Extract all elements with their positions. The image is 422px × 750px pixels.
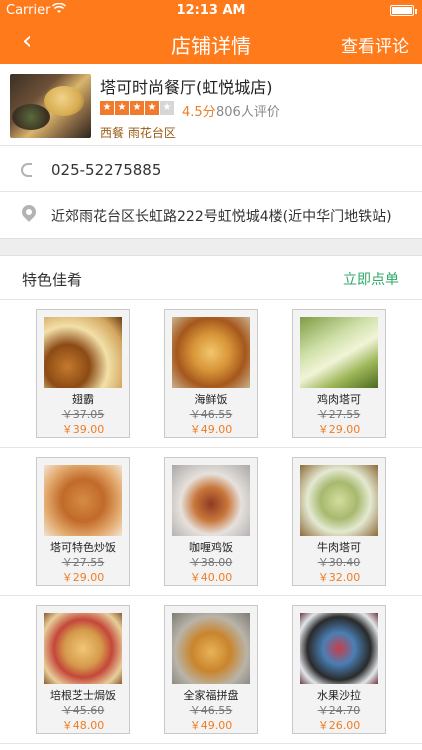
phone-number: 025-52275885 [51, 161, 162, 179]
dish-name: 水果沙拉 [317, 689, 361, 702]
star-icon: ★ [145, 101, 159, 115]
dish-card[interactable]: 牛肉塔可 ￥30.40 ￥32.00 [292, 457, 386, 586]
dish-photo [44, 317, 122, 388]
dish-photo [300, 465, 378, 536]
dish-name: 海鲜饭 [194, 393, 228, 406]
review-count: 806人评价 [216, 105, 280, 120]
dish-original-price: ￥45.60 [61, 704, 105, 717]
address-row[interactable]: 近郊雨花台区长虹路222号虹悦城4楼(近中华门地铁站) [0, 192, 422, 238]
star-icon: ★ [100, 101, 114, 115]
dish-card[interactable]: 海鲜饭 ￥46.55 ￥49.00 [164, 309, 258, 438]
dish-row: 翅霸 ￥37.05 ￥39.00 海鲜饭 ￥46.55 ￥49.00 鸡肉塔可 … [0, 300, 422, 448]
dish-photo [172, 317, 250, 388]
dish-card[interactable]: 培根芝士焗饭 ￥45.60 ￥48.00 [36, 605, 130, 734]
star-icon: ★ [115, 101, 129, 115]
rating-stars: ★ ★ ★ ★ ★ [100, 101, 175, 115]
section-title: 特色佳肴 [22, 271, 83, 289]
clock: 12:13 AM [176, 3, 246, 18]
rating-score: 4.5分 [182, 105, 216, 120]
shop-card: 塔可时尚餐厅(虹悦城店) ★ ★ ★ ★ ★ 4.5分 806人评价 西餐 雨花… [0, 64, 422, 146]
shop-tags: 西餐 雨花台区 [100, 126, 176, 140]
dish-card[interactable]: 鸡肉塔可 ￥27.55 ￥29.00 [292, 309, 386, 438]
dish-original-price: ￥27.55 [317, 408, 361, 421]
dish-card[interactable]: 全家福拼盘 ￥46.55 ￥49.00 [164, 605, 258, 734]
dish-original-price: ￥24.70 [317, 704, 361, 717]
dish-original-price: ￥37.05 [61, 408, 105, 421]
dish-card[interactable]: 翅霸 ￥37.05 ￥39.00 [36, 309, 130, 438]
dish-name: 咖喱鸡饭 [189, 541, 233, 554]
dish-photo [300, 613, 378, 684]
navigation-bar: ‹ 店铺详情 查看评论 [0, 22, 422, 64]
location-pin-icon [19, 202, 39, 222]
view-reviews-button[interactable]: 查看评论 [341, 32, 409, 57]
star-icon: ★ [130, 101, 144, 115]
dish-price: ￥39.00 [61, 423, 105, 436]
dish-price: ￥29.00 [317, 423, 361, 436]
order-now-link[interactable]: 立即点单 [343, 269, 399, 289]
star-empty-icon: ★ [160, 101, 174, 115]
dish-name: 鸡肉塔可 [317, 393, 361, 406]
shop-name: 塔可时尚餐厅(虹悦城店) [100, 78, 273, 97]
dish-price: ￥49.00 [189, 423, 233, 436]
dish-photo [172, 613, 250, 684]
battery-icon [390, 5, 417, 16]
dish-original-price: ￥27.55 [61, 556, 105, 569]
dish-original-price: ￥30.40 [317, 556, 361, 569]
dish-name: 全家福拼盘 [183, 689, 239, 702]
dish-price: ￥32.00 [317, 571, 361, 584]
phone-row[interactable]: 025-52275885 [0, 146, 422, 192]
dish-row: 塔可特色炒饭 ￥27.55 ￥29.00 咖喱鸡饭 ￥38.00 ￥40.00 … [0, 448, 422, 596]
dish-name: 牛肉塔可 [317, 541, 361, 554]
dish-photo [300, 317, 378, 388]
dish-name: 翅霸 [72, 393, 94, 406]
phone-icon [21, 163, 32, 177]
dish-card[interactable]: 水果沙拉 ￥24.70 ￥26.00 [292, 605, 386, 734]
dish-price: ￥48.00 [61, 719, 105, 732]
dish-photo [44, 465, 122, 536]
dish-card[interactable]: 咖喱鸡饭 ￥38.00 ￥40.00 [164, 457, 258, 586]
dish-photo [44, 613, 122, 684]
section-divider [0, 238, 422, 256]
dish-grid: 翅霸 ￥37.05 ￥39.00 海鲜饭 ￥46.55 ￥49.00 鸡肉塔可 … [0, 300, 422, 744]
dish-original-price: ￥46.55 [189, 408, 233, 421]
dish-photo [172, 465, 250, 536]
address-text: 近郊雨花台区长虹路222号虹悦城4楼(近中华门地铁站) [51, 209, 392, 225]
dish-original-price: ￥46.55 [189, 704, 233, 717]
dish-card[interactable]: 塔可特色炒饭 ￥27.55 ￥29.00 [36, 457, 130, 586]
dish-price: ￥40.00 [189, 571, 233, 584]
dish-price: ￥26.00 [317, 719, 361, 732]
dish-row: 培根芝士焗饭 ￥45.60 ￥48.00 全家福拼盘 ￥46.55 ￥49.00… [0, 596, 422, 744]
dish-price: ￥49.00 [189, 719, 233, 732]
dish-price: ￥29.00 [61, 571, 105, 584]
dish-name: 塔可特色炒饭 [50, 541, 116, 554]
shop-photo [10, 74, 91, 138]
dish-name: 培根芝士焗饭 [50, 689, 116, 702]
status-bar: Carrier 12:13 AM [0, 0, 422, 22]
dish-original-price: ￥38.00 [189, 556, 233, 569]
featured-dishes-header: 特色佳肴 立即点单 [0, 256, 422, 300]
